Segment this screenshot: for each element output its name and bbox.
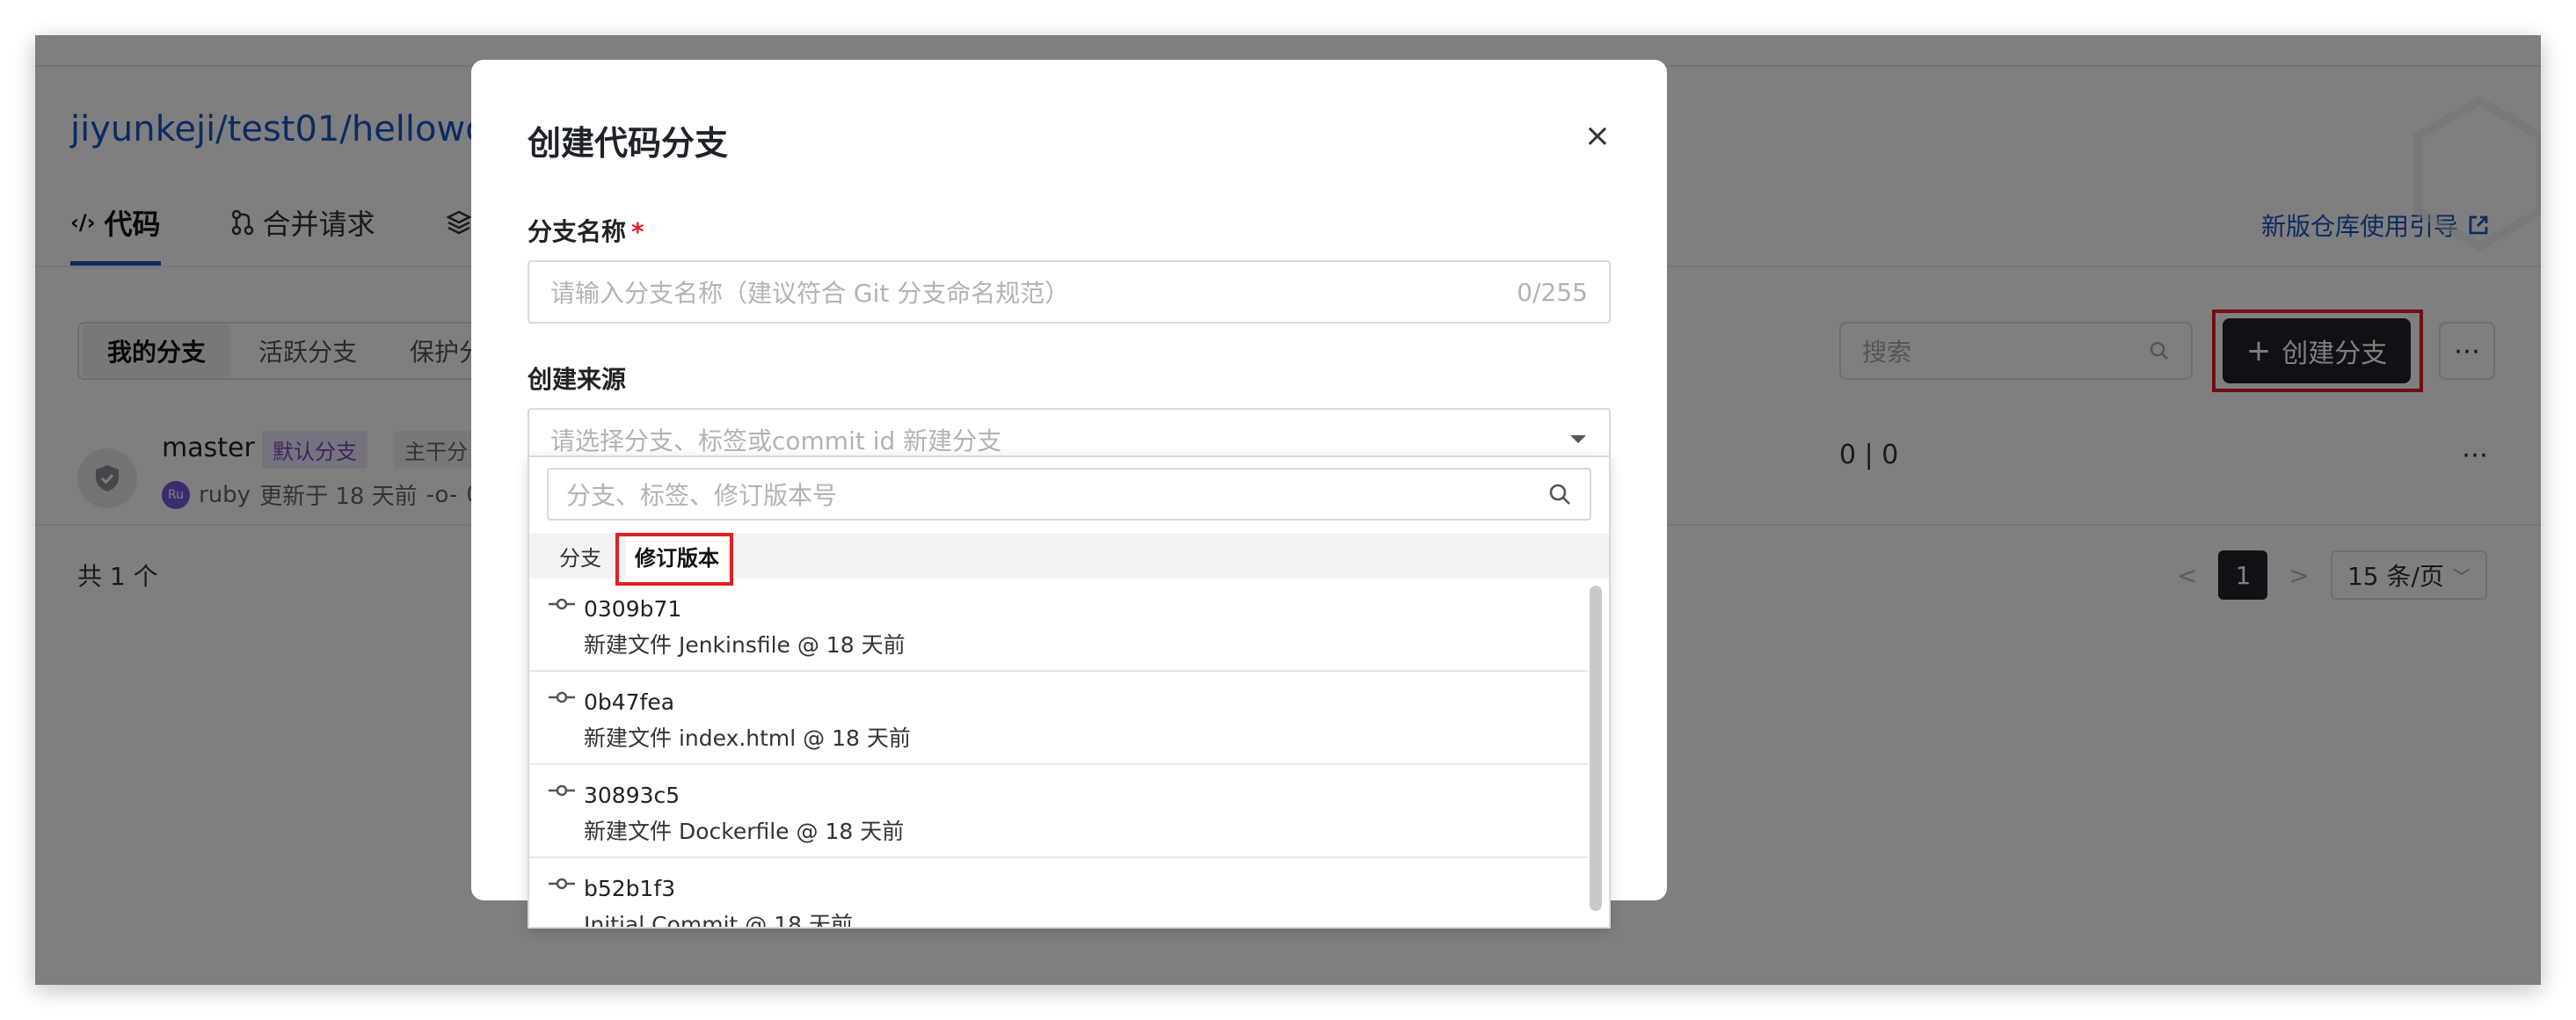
commit-icon [549, 784, 575, 797]
caret-down-icon [1570, 435, 1586, 443]
list-item[interactable]: 0309b71 新建文件 Jenkinsfile @ 18 天前 [529, 579, 1588, 672]
commit-list: 0309b71 新建文件 Jenkinsfile @ 18 天前 0b47fea… [529, 579, 1588, 929]
branch-name-label: 分支名称 * [528, 213, 644, 248]
commit-hash: 0b47fea [584, 689, 675, 715]
commit-message: 新建文件 index.html @ 18 天前 [584, 725, 911, 751]
search-icon [1549, 484, 1570, 505]
source-dropdown: 分支、标签、修订版本号 分支 修订版本 0309b71 新建文件 Jenkins… [528, 455, 1611, 929]
dropdown-search-placeholder: 分支、标签、修订版本号 [566, 481, 838, 510]
commit-message: 新建文件 Dockerfile @ 18 天前 [584, 819, 905, 844]
list-item[interactable]: 0b47fea 新建文件 index.html @ 18 天前 [529, 672, 1588, 765]
commit-icon [549, 691, 575, 703]
commit-hash: 30893c5 [584, 783, 680, 808]
tab-branches[interactable]: 分支 [559, 541, 601, 572]
commit-icon [549, 878, 575, 890]
branch-name-input[interactable]: 请输入分支名称（建议符合 Git 分支命名规范） 0/255 [528, 260, 1611, 324]
character-counter: 0/255 [1517, 277, 1588, 307]
commit-message: 新建文件 Jenkinsfile @ 18 天前 [584, 632, 906, 658]
close-icon[interactable]: × [1584, 118, 1611, 154]
branch-name-label-text: 分支名称 [528, 217, 627, 246]
commit-icon [549, 598, 575, 610]
list-item[interactable]: b52b1f3 Initial Commit @ 18 天前 [529, 858, 1588, 929]
highlight-box [615, 533, 733, 586]
commit-hash: b52b1f3 [584, 876, 676, 901]
app-window: jiyunkeji/test01/hellowo ‹/› 代码 合并请求 新版仓… [35, 35, 2541, 985]
commit-message: Initial Commit @ 18 天前 [584, 912, 853, 929]
source-label: 创建来源 [528, 365, 627, 394]
list-item[interactable]: 30893c5 新建文件 Dockerfile @ 18 天前 [529, 765, 1588, 858]
required-mark: * [631, 217, 644, 246]
commit-hash: 0309b71 [584, 596, 682, 622]
branch-name-placeholder: 请输入分支名称（建议符合 Git 分支命名规范） [550, 279, 1070, 308]
dialog-title: 创建代码分支 [528, 124, 729, 163]
source-placeholder: 请选择分支、标签或commit id 新建分支 [550, 426, 1002, 455]
dropdown-search-input[interactable]: 分支、标签、修订版本号 [547, 468, 1591, 521]
scrollbar[interactable] [1590, 586, 1602, 911]
